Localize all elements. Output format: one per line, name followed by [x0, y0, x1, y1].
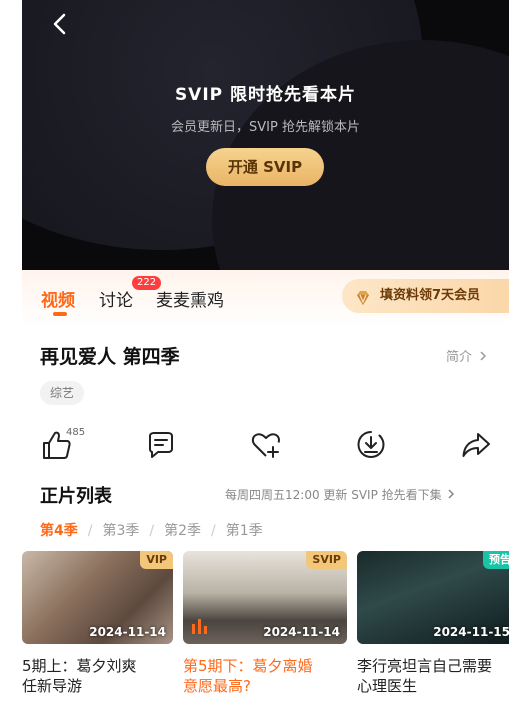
- episode-title-line2: 任新导游: [22, 677, 83, 695]
- episode-card[interactable]: 预告 2024-11-15: [357, 551, 509, 644]
- active-tab-indicator: [53, 312, 67, 316]
- episode-card[interactable]: VIP 2024-11-14: [22, 551, 173, 644]
- episode-title-line1: 5期上：葛夕刘爽: [22, 657, 137, 675]
- season-tab-4[interactable]: 第4季: [40, 520, 78, 540]
- season-selector: 第4季 / 第3季 / 第2季 / 第1季: [40, 520, 263, 540]
- episode-title-line1: 李行亮坦言自己需要: [357, 657, 493, 675]
- tab-channel[interactable]: 麦麦熏鸡: [156, 286, 224, 311]
- episode-caption-current[interactable]: 第5期下：葛夕离婚 意愿最高?: [183, 656, 313, 696]
- season-tab-3[interactable]: 第3季: [102, 520, 139, 540]
- episode-title-line1: 第5期下：葛夕离婚: [183, 657, 313, 675]
- svip-promo-subtitle: 会员更新日，SVIP 抢先解锁本片: [171, 120, 360, 135]
- download-icon[interactable]: [354, 428, 388, 462]
- update-schedule-text: 每周四周五12:00 更新 SVIP 抢先看下集: [225, 488, 442, 502]
- vip-badge: VIP: [140, 551, 173, 569]
- diamond-icon: [354, 287, 372, 305]
- chevron-right-icon: [476, 350, 490, 365]
- episode-date: 2024-11-15: [433, 625, 509, 639]
- show-title: 再见爱人 第四季: [40, 346, 180, 368]
- show-intro-link[interactable]: 简介: [446, 346, 490, 365]
- member-reward-button[interactable]: 填资料领7天会员: [342, 279, 509, 313]
- episode-update-note[interactable]: 每周四周五12:00 更新 SVIP 抢先看下集: [225, 486, 457, 503]
- episode-list-title: 正片列表: [40, 486, 112, 507]
- season-tab-2[interactable]: 第2季: [164, 520, 201, 540]
- divider: /: [211, 523, 216, 539]
- member-reward-label: 填资料领7天会员: [380, 288, 481, 303]
- phone-screen: SVIP 限时抢先看本片 会员更新日，SVIP 抢先解锁本片 开通 SVIP 视…: [22, 0, 509, 712]
- episode-card-current[interactable]: SVIP 2024-11-14: [183, 551, 347, 644]
- divider: /: [87, 523, 93, 539]
- season-tab-1[interactable]: 第1季: [226, 520, 263, 540]
- comment-icon[interactable]: [144, 428, 178, 462]
- divider: /: [149, 523, 155, 539]
- svip-badge: SVIP: [306, 551, 347, 569]
- video-player[interactable]: SVIP 限时抢先看本片 会员更新日，SVIP 抢先解锁本片 开通 SVIP: [22, 0, 509, 270]
- episode-date: 2024-11-14: [89, 625, 166, 639]
- svip-promo-title: SVIP 限时抢先看本片: [174, 85, 357, 105]
- back-arrow-icon[interactable]: [46, 10, 74, 38]
- intro-label: 简介: [446, 350, 473, 365]
- tab-discussion[interactable]: 讨论: [99, 286, 133, 311]
- tab-video[interactable]: 视频: [41, 286, 75, 311]
- genre-tag[interactable]: 综艺: [40, 381, 85, 405]
- preview-badge: 预告: [483, 551, 509, 569]
- episode-caption[interactable]: 李行亮坦言自己需要 心理医生: [357, 656, 492, 696]
- episode-date: 2024-11-14: [263, 625, 340, 639]
- episode-caption[interactable]: 5期上：葛夕刘爽 任新导游: [22, 656, 173, 696]
- episode-title-line2: 心理医生: [357, 677, 418, 695]
- like-count: 485: [66, 427, 86, 438]
- favorite-add-icon[interactable]: [249, 428, 283, 462]
- share-icon[interactable]: [459, 428, 493, 462]
- episode-title-line2: 意愿最高?: [183, 677, 251, 695]
- open-svip-button[interactable]: 开通 SVIP: [206, 148, 324, 186]
- playing-bars-icon: [191, 618, 209, 638]
- chevron-right-icon: [445, 488, 457, 502]
